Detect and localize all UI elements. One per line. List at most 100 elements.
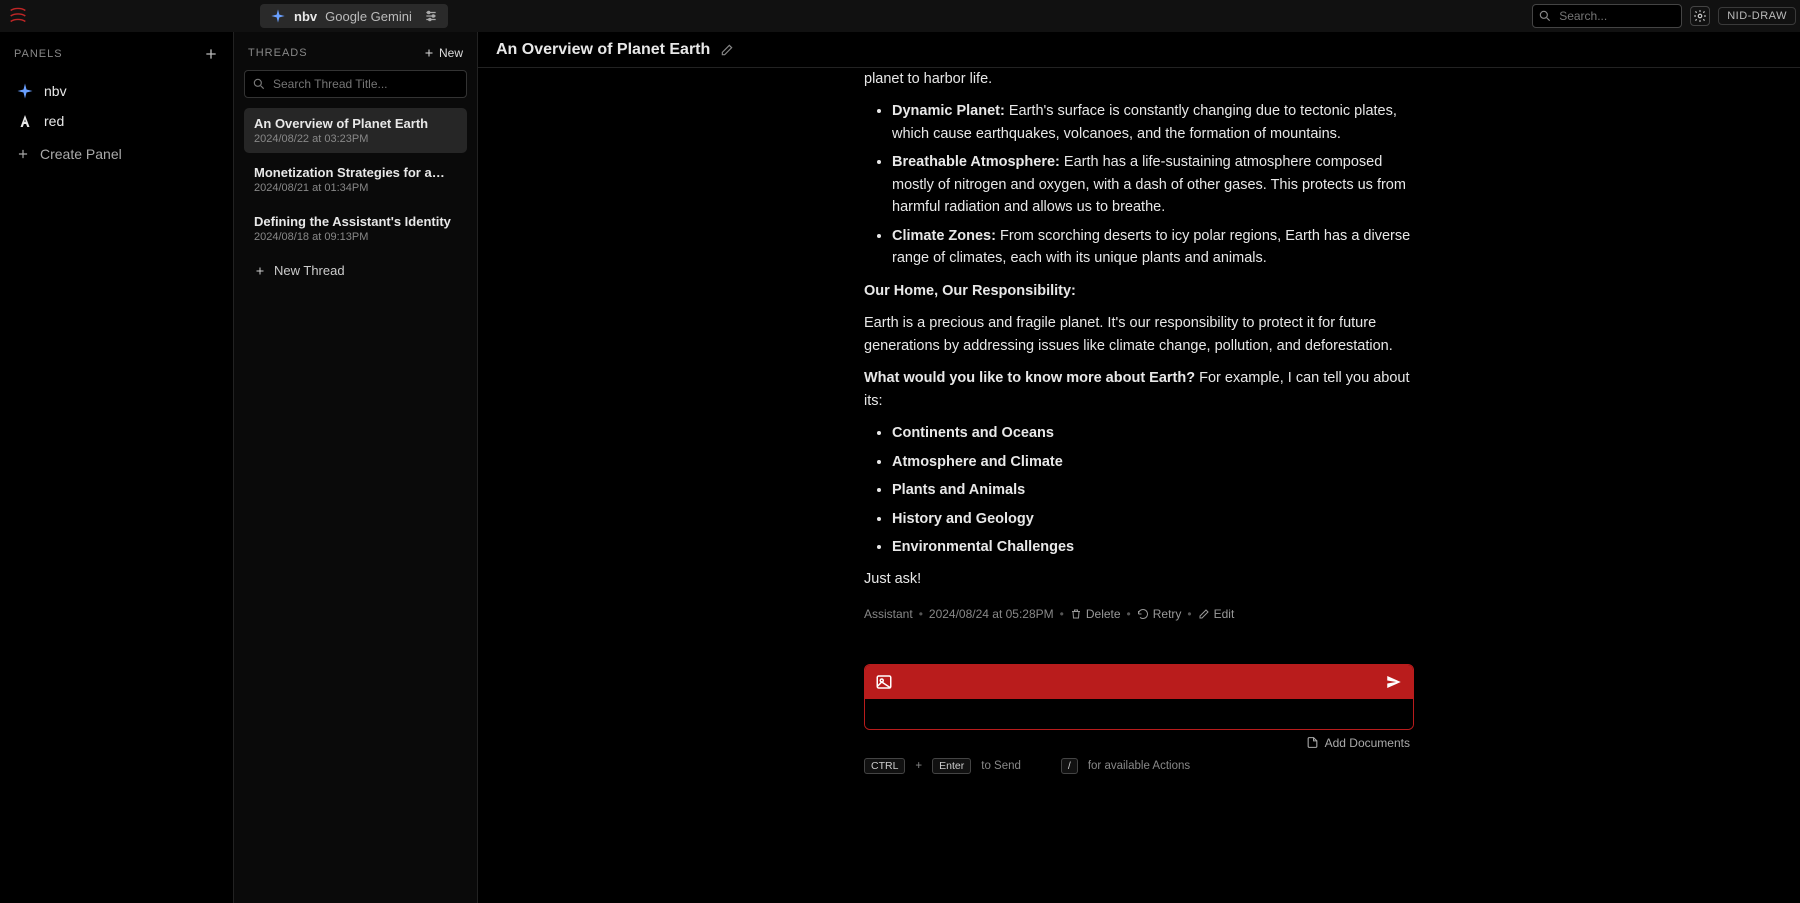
kbd-ctrl: CTRL (864, 758, 905, 774)
thread-search (244, 70, 467, 98)
meta-timestamp: 2024/08/24 at 05:28PM (929, 605, 1054, 624)
plus-icon (16, 147, 30, 161)
composer (864, 664, 1414, 730)
retry-button[interactable]: Retry (1137, 605, 1182, 624)
edit-label: Edit (1214, 605, 1235, 624)
topic: Continents and Oceans (892, 425, 1054, 441)
edit-title-icon[interactable] (720, 43, 734, 57)
app-logo[interactable] (4, 2, 32, 30)
separator: • (1127, 605, 1131, 624)
conversation-title: An Overview of Planet Earth (496, 41, 710, 59)
delete-label: Delete (1086, 605, 1121, 624)
bold-text: What would you like to know more about E… (864, 370, 1195, 386)
bullet-label: Dynamic Planet: (892, 103, 1005, 119)
new-thread-top-button[interactable]: New (423, 46, 463, 60)
topic: Atmosphere and Climate (892, 454, 1063, 470)
retry-icon (1137, 608, 1149, 620)
assistant-message: planet to harbor life. Dynamic Planet: E… (844, 68, 1434, 624)
thread-timestamp: 2024/08/22 at 03:23PM (254, 133, 457, 145)
panel-item-label: red (44, 113, 64, 129)
text-fragment: planet to harbor life. (864, 68, 1414, 90)
composer-input[interactable] (865, 699, 1413, 729)
add-documents-button[interactable]: Add Documents (864, 730, 1414, 750)
add-documents-label: Add Documents (1325, 736, 1410, 750)
list-item: Climate Zones: From scorching deserts to… (892, 225, 1414, 270)
create-panel-button[interactable]: Create Panel (10, 136, 223, 168)
thread-item[interactable]: Defining the Assistant's Identity 2024/0… (244, 206, 467, 251)
threads-header: THREADS New (244, 46, 467, 60)
trash-icon (1070, 608, 1082, 620)
image-icon[interactable] (875, 673, 893, 691)
thread-timestamp: 2024/08/18 at 09:13PM (254, 231, 457, 243)
list-item: Dynamic Planet: Earth's surface is const… (892, 100, 1414, 145)
panels-header-label: PANELS (14, 48, 63, 60)
separator: • (919, 605, 923, 624)
search-icon (252, 77, 266, 91)
tune-icon[interactable] (424, 9, 438, 23)
keyboard-hints: CTRL + Enter to Send / for available Act… (864, 758, 1414, 774)
model-selector[interactable]: nbv Google Gemini (260, 4, 448, 28)
new-thread-button[interactable]: New Thread (244, 255, 467, 286)
app-body: PANELS nbv red Create Panel THRE (0, 32, 1800, 903)
kbd-slash: / (1061, 758, 1078, 774)
message-meta: Assistant • 2024/08/24 at 05:28PM • Dele… (864, 605, 1414, 624)
search-input[interactable] (1532, 4, 1682, 28)
hint-actions: for available Actions (1088, 760, 1190, 772)
topic: Plants and Animals (892, 482, 1025, 498)
paragraph: Just ask! (864, 568, 1414, 590)
list-item: Continents and Oceans (892, 422, 1414, 444)
send-icon[interactable] (1385, 673, 1403, 691)
list-item: Atmosphere and Climate (892, 451, 1414, 473)
panel-item-nbv[interactable]: nbv (10, 76, 223, 106)
thread-timestamp: 2024/08/21 at 01:34PM (254, 182, 457, 194)
panels-sidebar: PANELS nbv red Create Panel (0, 32, 234, 903)
composer-area: Add Documents CTRL + Enter to Send / for… (844, 664, 1434, 794)
delete-button[interactable]: Delete (1070, 605, 1121, 624)
top-bar: nbv Google Gemini NID-DRAW (0, 0, 1800, 32)
list-item: History and Geology (892, 508, 1414, 530)
model-short-name: nbv (294, 9, 317, 24)
paragraph: Earth is a precious and fragile planet. … (864, 312, 1414, 357)
retry-label: Retry (1153, 605, 1182, 624)
thread-title: An Overview of Planet Earth (254, 116, 457, 131)
plus-text: + (915, 760, 922, 772)
new-thread-label: New Thread (274, 263, 345, 278)
conversation-header: An Overview of Planet Earth (478, 32, 1800, 68)
thread-search-input[interactable] (244, 70, 467, 98)
kbd-enter: Enter (932, 758, 971, 774)
settings-button[interactable] (1690, 6, 1710, 26)
thread-title: Defining the Assistant's Identity (254, 214, 457, 229)
create-panel-label: Create Panel (40, 146, 122, 162)
composer-toolbar (865, 665, 1413, 699)
draw-badge[interactable]: NID-DRAW (1718, 7, 1796, 25)
anthropic-icon (16, 112, 34, 130)
global-search (1532, 4, 1682, 28)
separator: • (1060, 605, 1064, 624)
list-item: Environmental Challenges (892, 536, 1414, 558)
thread-item[interactable]: Monetization Strategies for a… 2024/08/2… (244, 157, 467, 202)
topic: Environmental Challenges (892, 539, 1074, 555)
bullet-label: Breathable Atmosphere: (892, 154, 1060, 170)
threads-sidebar: THREADS New An Overview of Planet Earth … (234, 32, 478, 903)
conversation-body: planet to harbor life. Dynamic Planet: E… (478, 68, 1800, 903)
meta-role: Assistant (864, 605, 913, 624)
new-label: New (439, 46, 463, 60)
search-icon (1538, 9, 1552, 23)
edit-button[interactable]: Edit (1198, 605, 1235, 624)
topbar-right: NID-DRAW (1532, 4, 1796, 28)
add-panel-icon[interactable] (203, 46, 219, 62)
bullet-label: Climate Zones: (892, 228, 996, 244)
thread-title: Monetization Strategies for a… (254, 165, 457, 180)
list-item: Breathable Atmosphere: Earth has a life-… (892, 151, 1414, 218)
paragraph: What would you like to know more about E… (864, 367, 1414, 412)
panel-item-red[interactable]: red (10, 106, 223, 136)
topic: History and Geology (892, 511, 1034, 527)
spark-icon (16, 82, 34, 100)
spark-icon (270, 8, 286, 24)
hint-to-send: to Send (981, 760, 1021, 772)
model-full-name: Google Gemini (325, 9, 412, 24)
thread-item[interactable]: An Overview of Planet Earth 2024/08/22 a… (244, 108, 467, 153)
conversation-pane: An Overview of Planet Earth planet to ha… (478, 32, 1800, 903)
list-item: Plants and Animals (892, 479, 1414, 501)
edit-icon (1198, 608, 1210, 620)
